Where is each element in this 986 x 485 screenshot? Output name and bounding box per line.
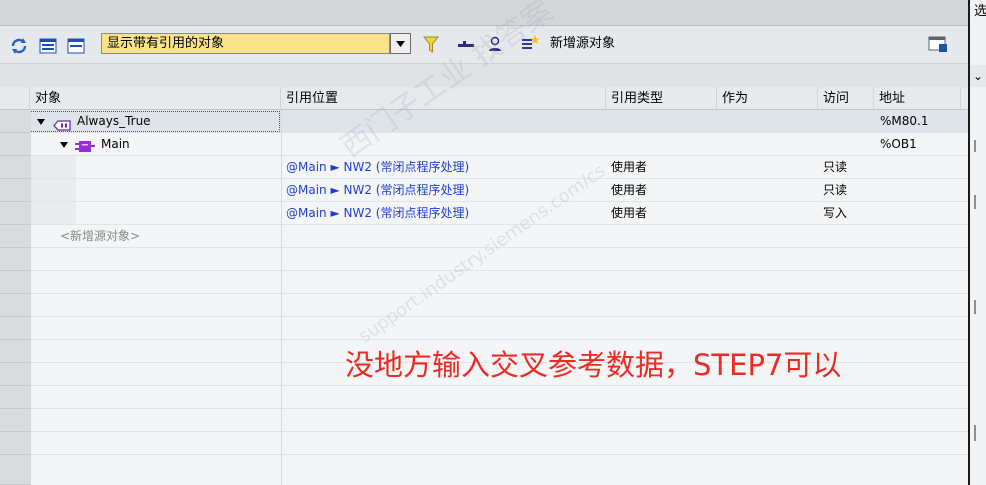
reference-location-link[interactable]: @Main ► NW2 (常闭点程序处理) xyxy=(286,156,469,179)
reference-type-cell: 使用者 xyxy=(611,206,648,220)
row-selector[interactable] xyxy=(0,386,30,409)
panel-options-icon[interactable] xyxy=(928,34,948,54)
row-selector[interactable] xyxy=(0,225,30,248)
header-row-selector xyxy=(0,87,30,110)
tree-expander[interactable] xyxy=(37,110,45,133)
table-row[interactable]: @Main ► NW2 (常闭点程序处理) 使用者 写入 xyxy=(30,202,968,225)
expand-all-icon[interactable] xyxy=(38,36,58,56)
row-selector[interactable] xyxy=(0,248,30,271)
access-cell: 只读 xyxy=(823,160,848,174)
filter-dropdown-button[interactable] xyxy=(390,33,411,54)
panel-edge-mark xyxy=(974,300,976,314)
table-row[interactable]: Always_True %M80.1 xyxy=(30,110,968,133)
new-source-object-button[interactable]: 新增源对象 xyxy=(550,35,615,53)
panel-edge-mark xyxy=(974,140,976,152)
reference-location-link[interactable]: @Main ► NW2 (常闭点程序处理) xyxy=(286,179,469,202)
object-name: Main xyxy=(101,137,130,151)
ob-block-icon xyxy=(75,138,95,152)
object-name: Always_True xyxy=(77,114,151,128)
row-selector[interactable] xyxy=(0,317,30,340)
access-cell: 写入 xyxy=(823,206,848,220)
right-side-panel: 选 ⌄ xyxy=(968,0,986,485)
table-row[interactable]: @Main ► NW2 (常闭点程序处理) 使用者 只读 xyxy=(30,156,968,179)
column-header-ref-type[interactable]: 引用类型 xyxy=(606,87,717,110)
column-header-as[interactable]: 作为 xyxy=(717,87,818,110)
column-header-ref-location[interactable]: 引用位置 xyxy=(281,87,606,110)
panel-edge-mark xyxy=(974,425,976,441)
table-row[interactable]: Main %OB1 xyxy=(30,133,968,156)
reference-location-link[interactable]: @Main ► NW2 (常闭点程序处理) xyxy=(286,202,469,225)
column-divider xyxy=(30,110,31,485)
tag-icon xyxy=(53,116,71,131)
row-selector[interactable] xyxy=(0,179,30,202)
triangle-down-icon xyxy=(60,142,68,148)
row-selector[interactable] xyxy=(0,455,30,485)
new-source-object-icon[interactable] xyxy=(520,34,540,54)
table-header: 对象 引用位置 引用类型 作为 访问 地址 xyxy=(0,87,968,110)
right-panel-title: 选 xyxy=(974,4,986,19)
toolbar-subbar xyxy=(0,64,968,87)
row-selector[interactable] xyxy=(0,294,30,317)
address-cell: %M80.1 xyxy=(880,114,929,128)
row-selector[interactable] xyxy=(0,110,30,133)
collapse-rows-icon[interactable] xyxy=(456,35,476,55)
column-header-object[interactable]: 对象 xyxy=(30,87,281,110)
row-selector[interactable] xyxy=(0,156,30,179)
column-divider xyxy=(281,110,282,485)
empty-row xyxy=(30,271,968,294)
new-source-placeholder[interactable]: <新增源对象> xyxy=(60,225,140,248)
collapse-all-icon[interactable] xyxy=(66,36,86,56)
filter-icon[interactable] xyxy=(421,35,441,55)
address-cell: %OB1 xyxy=(880,137,917,151)
row-selector[interactable] xyxy=(0,340,30,363)
table-row[interactable]: @Main ► NW2 (常闭点程序处理) 使用者 只读 xyxy=(30,179,968,202)
empty-row xyxy=(30,432,968,455)
empty-row xyxy=(30,317,968,340)
row-selector[interactable] xyxy=(0,363,30,386)
row-selector[interactable] xyxy=(0,432,30,455)
reference-type-cell: 使用者 xyxy=(611,160,648,174)
refresh-icon[interactable] xyxy=(9,36,29,56)
row-selector[interactable] xyxy=(0,271,30,294)
title-band xyxy=(0,0,968,26)
empty-row xyxy=(30,248,968,271)
empty-row xyxy=(30,386,968,409)
access-cell: 只读 xyxy=(823,183,848,197)
panel-edge-mark xyxy=(974,195,976,209)
row-selector[interactable] xyxy=(0,409,30,432)
right-panel-chevron[interactable]: ⌄ xyxy=(970,65,986,87)
row-selector[interactable] xyxy=(0,202,30,225)
tree-expander[interactable] xyxy=(60,133,68,156)
row-selector[interactable] xyxy=(0,133,30,156)
chevron-down-icon xyxy=(396,40,405,47)
cross-reference-table: 对象 引用位置 引用类型 作为 访问 地址 Always_True %M80.1… xyxy=(0,87,968,485)
empty-row xyxy=(30,409,968,432)
annotation-text: 没地方输入交叉参考数据，STEP7可以 xyxy=(345,348,842,382)
reference-type-cell: 使用者 xyxy=(611,183,648,197)
column-header-access[interactable]: 访问 xyxy=(818,87,874,110)
column-header-address[interactable]: 地址 xyxy=(874,87,961,110)
triangle-down-icon xyxy=(37,119,45,125)
filter-select[interactable]: 显示带有引用的对象 xyxy=(101,33,390,54)
user-object-icon[interactable] xyxy=(485,35,505,55)
new-source-row[interactable]: <新增源对象> xyxy=(30,225,968,248)
empty-row xyxy=(30,294,968,317)
